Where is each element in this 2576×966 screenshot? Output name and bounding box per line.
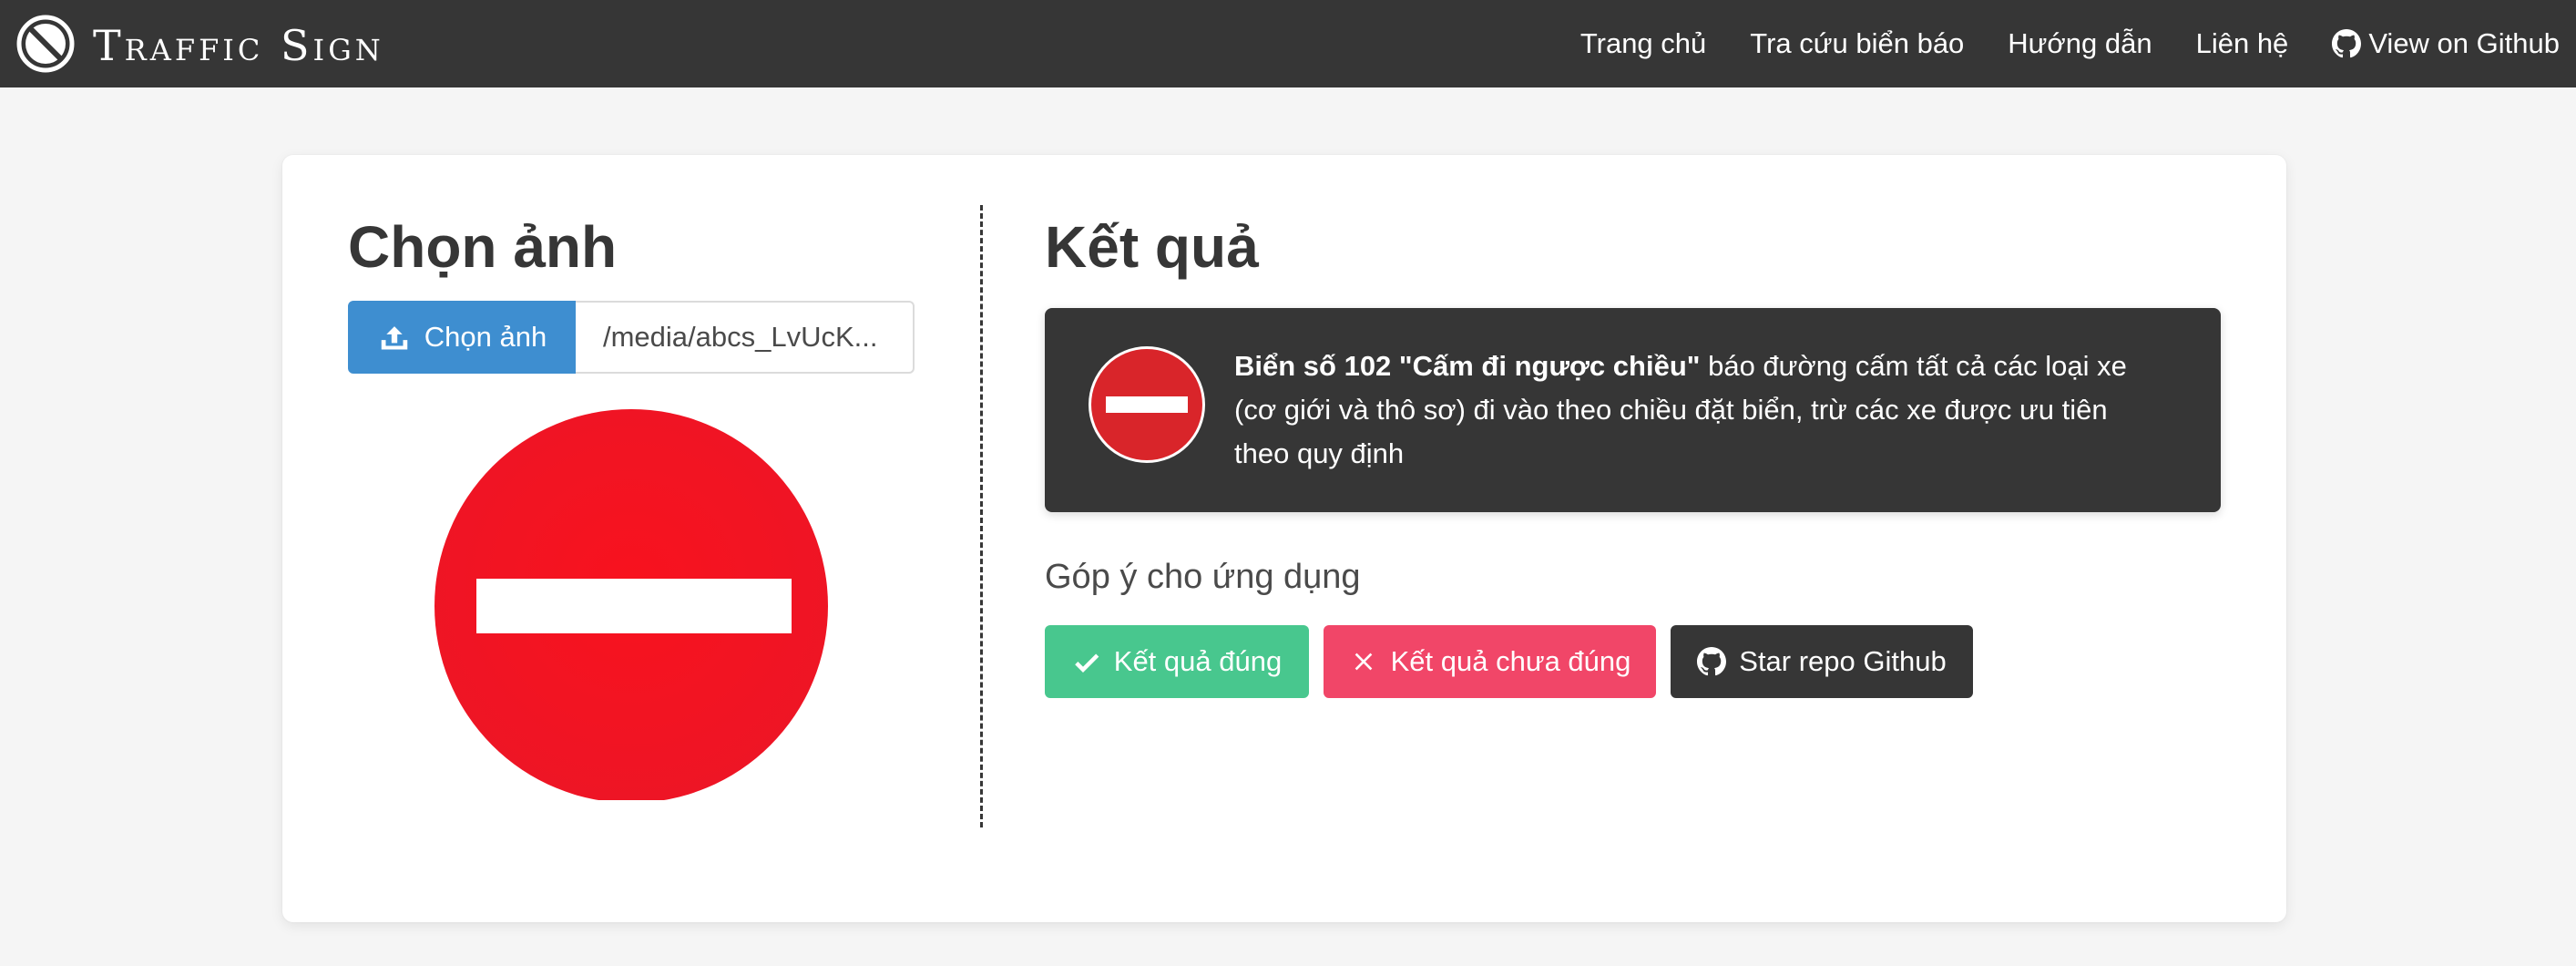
column-divider — [980, 205, 983, 827]
check-icon — [1074, 653, 1099, 673]
choose-image-button[interactable]: Chọn ảnh — [348, 301, 576, 374]
no-entry-sign-image — [434, 409, 828, 800]
close-icon — [1354, 653, 1372, 671]
sign-name: Biển số 102 "Cấm đi ngược chiều" — [1234, 350, 1701, 382]
nav-item-github[interactable]: View on Github — [2332, 27, 2560, 60]
nav-item-lookup[interactable]: Tra cứu biển báo — [1750, 27, 1964, 60]
star-repo-label: Star repo Github — [1739, 645, 1947, 677]
brand-title: Traffic Sign — [93, 21, 384, 70]
nav-item-label: Tra cứu biển báo — [1750, 27, 1965, 59]
incorrect-result-button[interactable]: Kết quả chưa đúng — [1324, 625, 1656, 698]
nav-item-label: Hướng dẫn — [2008, 27, 2152, 59]
upload-title: Chọn ảnh — [348, 214, 618, 280]
result-description: Biển số 102 "Cấm đi ngược chiều" báo đườ… — [1234, 344, 2145, 476]
brand[interactable]: Traffic Sign — [0, 0, 384, 87]
incorrect-result-label: Kết quả chưa đúng — [1390, 645, 1631, 677]
feedback-buttons: Kết quả đúng Kết quả chưa đúng Star repo… — [1045, 625, 1988, 698]
upload-icon — [381, 326, 408, 350]
star-repo-button[interactable]: Star repo Github — [1671, 625, 1973, 698]
nav-item-label: View on Github — [2368, 27, 2560, 59]
result-notification: Biển số 102 "Cấm đi ngược chiều" báo đườ… — [1045, 308, 2221, 512]
github-icon — [2332, 29, 2362, 58]
nav-menu: Trang chủ Tra cứu biển báo Hướng dẫn Liê… — [1537, 0, 2560, 87]
feedback-title: Góp ý cho ứng dụng — [1045, 558, 1361, 596]
no-entry-sign-icon — [1089, 346, 1205, 463]
nav-item-label: Liên hệ — [2195, 27, 2289, 59]
nav-item-contact[interactable]: Liên hệ — [2196, 27, 2289, 60]
no-entry-circle-icon — [16, 15, 75, 73]
nav-item-guide[interactable]: Hướng dẫn — [2008, 27, 2152, 60]
nav-item-label: Trang chủ — [1579, 27, 1707, 59]
uploaded-image-preview — [428, 408, 838, 800]
result-title: Kết quả — [1045, 214, 1259, 280]
choose-image-label: Chọn ảnh — [424, 321, 547, 353]
github-icon — [1697, 647, 1727, 676]
correct-result-label: Kết quả đúng — [1113, 645, 1283, 677]
navbar: Traffic Sign Trang chủ Tra cứu biển báo … — [0, 0, 2576, 87]
file-name-display: /media/abcs_LvUcK... — [576, 301, 915, 374]
file-upload: Chọn ảnh /media/abcs_LvUcK... — [348, 301, 915, 374]
correct-result-button[interactable]: Kết quả đúng — [1045, 625, 1309, 698]
main-card: Chọn ảnh Chọn ảnh /media/abcs_LvUcK... K… — [282, 155, 2286, 922]
nav-item-home[interactable]: Trang chủ — [1580, 27, 1706, 60]
